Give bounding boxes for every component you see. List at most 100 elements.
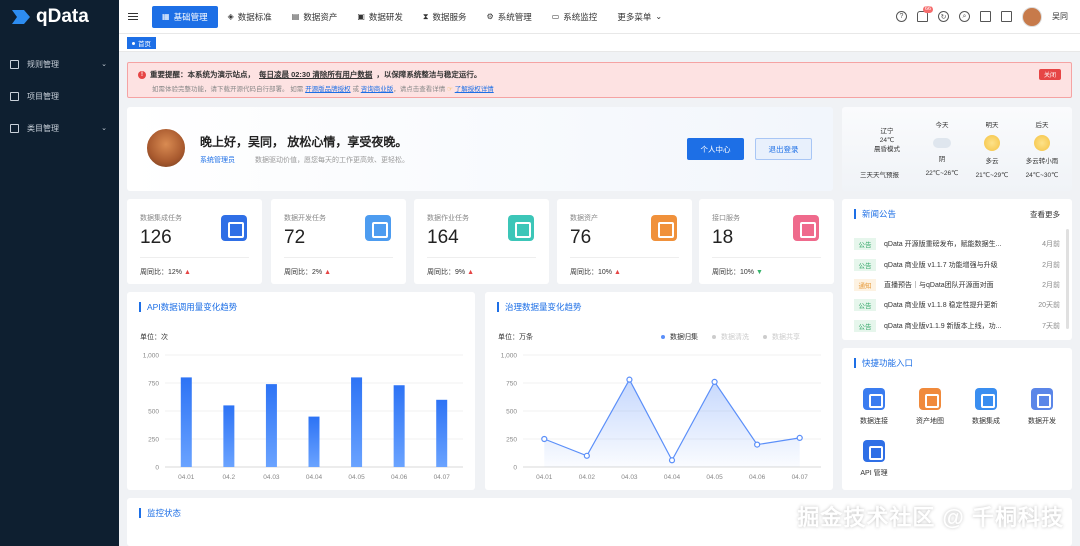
user-avatar xyxy=(145,127,187,169)
news-item[interactable]: 公告 qData 商业版 v1.1.8 稳定性提升更新 20天前 xyxy=(854,298,1060,312)
stat-trend: 周同比：10% ▲ xyxy=(570,267,621,277)
sidebar-item-rules[interactable]: 规则管理 ⌄ xyxy=(0,48,119,80)
chart-icon xyxy=(365,215,391,241)
alert-highlight: 每日凌晨 02:30 清除所有用户数据 xyxy=(259,70,373,79)
stat-value: 18 xyxy=(712,227,734,248)
grid-icon: ▦ xyxy=(162,12,170,21)
bar-chart: 0 250 500 750 1,000 04.01 04.2 04.03 04.04 04.05 0… xyxy=(143,353,463,481)
close-button[interactable]: 关闭 xyxy=(1038,69,1061,80)
day-cond: 多云 xyxy=(985,158,999,165)
nav-monitor[interactable]: ▭ 系统监控 xyxy=(542,6,608,28)
nav-more[interactable]: 更多菜单 ⌄ xyxy=(607,6,672,28)
quick-label: 数据集成 xyxy=(972,418,1000,425)
sidebar-item-projects[interactable]: 项目管理 xyxy=(0,80,119,112)
document-icon xyxy=(508,215,534,241)
quick-item[interactable]: 数据集成 xyxy=(961,388,1011,426)
opensource-license-link[interactable]: 开源版品牌授权 xyxy=(305,86,351,93)
folder-icon xyxy=(10,91,19,101)
stat-label: 数据资产 xyxy=(570,215,598,222)
x-tick-label: 04.06 xyxy=(749,474,766,481)
news-item[interactable]: 公告 qData 开源版重磅发布，赋能数据生... 4月前 xyxy=(854,237,1060,251)
dot-icon xyxy=(132,41,135,45)
user-name[interactable]: 吴同 xyxy=(1052,11,1068,22)
news-item[interactable]: 公告 qData 商业版v1.1.9 新版本上线，功... 7天前 xyxy=(854,319,1060,333)
news-date: 2月前 xyxy=(1042,282,1060,289)
news-item[interactable]: 公告 qData 商业版 v1.1.7 功能增强与升级 2月前 xyxy=(854,258,1060,272)
data-point xyxy=(626,376,633,383)
code-icon: ▣ xyxy=(357,12,365,21)
nav-label: 数据研发 xyxy=(368,11,403,22)
nav-basic[interactable]: ▦ 基础管理 xyxy=(152,5,218,28)
stat-card[interactable]: 接口服务 18 周同比：10% ▼ xyxy=(699,199,834,284)
trend-label: 周同比： xyxy=(570,269,598,276)
logout-button[interactable]: 退出登录 xyxy=(755,138,812,160)
chevron-down-icon: ⌄ xyxy=(101,125,107,132)
y-tick-label: 0 xyxy=(155,465,159,472)
search-icon[interactable]: ⌕ xyxy=(959,11,970,22)
license-details-link[interactable]: 了解授权详情 xyxy=(455,86,494,93)
api-icon xyxy=(793,215,819,241)
watermark-text: 掘金技术社区 @ 千桐科技 xyxy=(797,505,1064,530)
top-navbar: ▦ 基础管理 ◈ 数据标准 ▤ 数据资产 ▣ 数据研发 ⧗ 数据服务 ⚙ 系统管理 ▭ 系统监… xyxy=(119,0,1080,34)
sun-icon xyxy=(984,135,1000,151)
news-tag: 公告 xyxy=(854,320,876,332)
trend-label: 周同比： xyxy=(712,269,740,276)
stat-card[interactable]: 数据开发任务 72 周同比：2% ▲ xyxy=(271,199,406,284)
bell-icon[interactable]: 66 xyxy=(917,6,934,22)
quick-item[interactable]: API 管理 xyxy=(849,440,899,478)
profile-button[interactable]: 个人中心 xyxy=(687,138,744,160)
nav-label: 数据服务 xyxy=(432,11,467,22)
help-icon[interactable]: ? xyxy=(896,11,907,22)
layout-icon[interactable] xyxy=(1001,11,1012,22)
view-more-link[interactable]: 查看更多 xyxy=(1030,209,1060,220)
stat-card[interactable]: 数据集成任务 126 周同比：12% ▲ xyxy=(127,199,262,284)
day-range: 24℃~30℃ xyxy=(1025,172,1059,179)
logo[interactable]: qData xyxy=(0,0,119,34)
news-text: qData 开源版重磅发布，赋能数据生... xyxy=(884,241,1002,248)
caret-up-icon: ▲ xyxy=(183,269,191,276)
news-tag: 公告 xyxy=(854,299,876,311)
nav-service[interactable]: ⧗ 数据服务 xyxy=(413,6,477,28)
stat-card[interactable]: 数据作业任务 164 周同比：9% ▲ xyxy=(414,199,549,284)
news-tag: 公告 xyxy=(854,259,876,271)
quick-item[interactable]: 数据连接 xyxy=(849,388,899,426)
data-point xyxy=(583,452,590,459)
data-point xyxy=(796,434,803,441)
weather-city: 辽宁 xyxy=(880,128,894,135)
alert-line2: 如需体验完整功能，请下载开源代码自行部署。 如需 开源版品牌授权 或 咨询商业版… xyxy=(152,83,494,93)
caret-up-icon: ▲ xyxy=(613,269,621,276)
welcome-card: 晚上好，吴同， 放松心情，享受夜晚。 系统管理员 数据驱动价值，愿您每天的工作更… xyxy=(127,107,833,191)
day-label: 明天 xyxy=(985,122,999,129)
y-tick-label: 750 xyxy=(148,381,159,388)
avatar[interactable] xyxy=(1022,6,1042,27)
nav-dev[interactable]: ▣ 数据研发 xyxy=(347,6,413,28)
tag-home[interactable]: 首页 xyxy=(127,37,156,49)
sidebar-item-categories[interactable]: 类目管理 ⌄ xyxy=(0,112,119,144)
nav-system[interactable]: ⚙ 系统管理 xyxy=(477,6,542,28)
quick-label: 资产地图 xyxy=(916,418,944,425)
nav-label: 数据资产 xyxy=(303,11,338,22)
stat-trend: 周同比：10% ▼ xyxy=(712,267,763,277)
trend-label: 周同比： xyxy=(140,269,168,276)
trend-value: 12% xyxy=(168,269,183,276)
nav-assets[interactable]: ▤ 数据资产 xyxy=(282,6,348,28)
fullscreen-icon[interactable] xyxy=(980,11,991,22)
x-tick-label: 04.07 xyxy=(434,474,451,481)
menu-toggle-icon[interactable] xyxy=(128,13,138,20)
day-range: 21℃~29℃ xyxy=(975,172,1009,179)
refresh-icon[interactable]: ↻ xyxy=(938,11,949,22)
quick-item[interactable]: 资产地图 xyxy=(905,388,955,426)
news-item[interactable]: 通知 直播预告｜与qData团队开源面对面 2月前 xyxy=(854,278,1060,292)
nav-standards[interactable]: ◈ 数据标准 xyxy=(218,6,282,28)
layers-icon: ◈ xyxy=(227,12,234,21)
qdata-logo-icon xyxy=(12,10,30,24)
commercial-link[interactable]: 咨询商业版 xyxy=(361,86,394,93)
scrollbar[interactable] xyxy=(1066,229,1069,329)
x-tick-label: 04.07 xyxy=(792,474,809,481)
bar xyxy=(308,416,320,467)
quick-item[interactable]: 数据开发 xyxy=(1017,388,1067,426)
toolbar-right: ? 66 ↻ ⌕ 吴同 xyxy=(896,6,1080,27)
stat-card[interactable]: 数据资产 76 周同比：10% ▲ xyxy=(557,199,692,284)
stat-value: 164 xyxy=(427,227,459,248)
forecast-title: 三天天气预报 xyxy=(860,172,899,179)
